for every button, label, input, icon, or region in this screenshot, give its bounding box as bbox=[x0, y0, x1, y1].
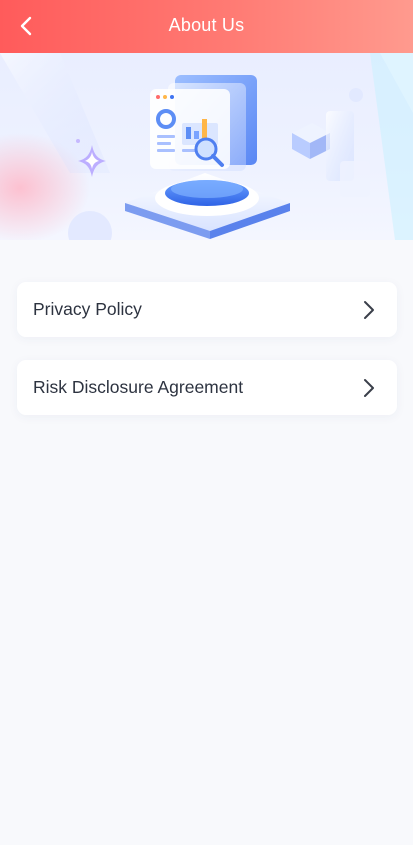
chevron-right-icon bbox=[361, 299, 377, 321]
page-title: About Us bbox=[168, 15, 245, 35]
menu-item-risk-disclosure-agreement[interactable]: Risk Disclosure Agreement bbox=[17, 360, 397, 415]
menu-item-label: Privacy Policy bbox=[33, 299, 142, 319]
chevron-right-icon bbox=[361, 377, 377, 399]
banner-illustration bbox=[0, 53, 413, 240]
data-dashboard-illustration bbox=[0, 53, 413, 240]
app-header: About Us bbox=[0, 0, 413, 53]
about-us-page: About Us Privacy Policy Risk Disclosure … bbox=[0, 0, 413, 845]
menu-item-label: Risk Disclosure Agreement bbox=[33, 377, 244, 397]
menu-item-privacy-policy[interactable]: Privacy Policy bbox=[17, 282, 397, 337]
